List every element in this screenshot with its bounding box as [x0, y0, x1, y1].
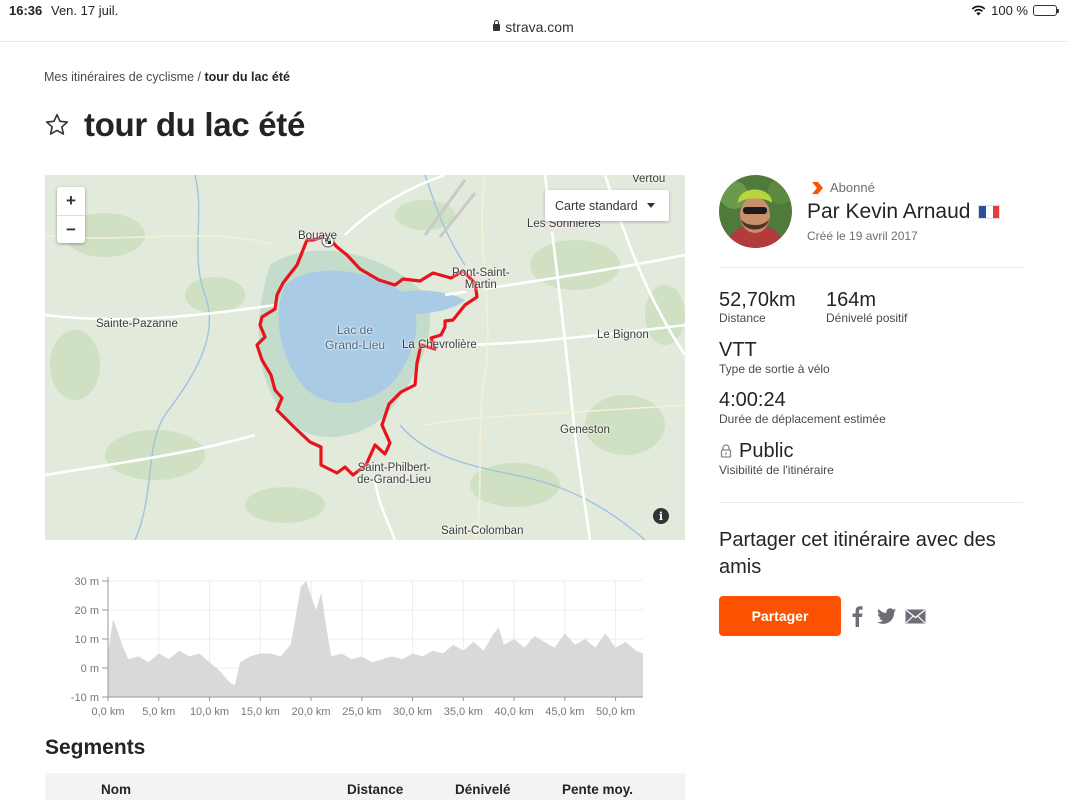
- map-label-lake: Lac de Grand-Lieu: [325, 323, 386, 352]
- title-row: tour du lac été: [44, 106, 305, 144]
- share-button[interactable]: Partager: [719, 596, 841, 636]
- x-tick-label: 40,0 km: [495, 706, 534, 718]
- breadcrumb: Mes itinéraires de cyclisme / tour du la…: [44, 70, 290, 84]
- breadcrumb-parent-link[interactable]: Mes itinéraires de cyclisme: [44, 70, 194, 84]
- zoom-in-button[interactable]: +: [57, 187, 85, 215]
- x-tick-label: 30,0 km: [393, 706, 432, 718]
- stat-moving-time-value: 4:00:24: [719, 389, 786, 411]
- column-header-distance[interactable]: Distance: [347, 782, 403, 797]
- stat-distance-label: Distance: [719, 311, 766, 325]
- subscriber-label: Abonné: [830, 180, 875, 195]
- url-text: strava.com: [505, 19, 574, 35]
- facebook-icon[interactable]: [849, 604, 865, 628]
- map-label-geneston: Geneston: [560, 424, 610, 436]
- map-label-bignon: Le Bignon: [597, 329, 649, 341]
- map-label-bouaye: Bouaye: [298, 230, 338, 242]
- x-tick-label: 50,0 km: [596, 706, 635, 718]
- info-icon[interactable]: i: [653, 508, 669, 524]
- column-header-name[interactable]: Nom: [101, 782, 131, 797]
- x-tick-label: 0,0 km: [91, 706, 124, 718]
- x-tick-label: 10,0 km: [190, 706, 229, 718]
- stat-visibility-row: Public: [719, 440, 793, 463]
- x-tick-label: 20,0 km: [291, 706, 330, 718]
- created-date: Créé le 19 avril 2017: [807, 229, 918, 243]
- divider: [719, 502, 1023, 503]
- status-indicators: 100 %: [971, 3, 1059, 18]
- twitter-icon[interactable]: [876, 604, 896, 628]
- wifi-icon: [971, 5, 986, 16]
- y-tick-label: 30 m: [75, 576, 99, 588]
- map-label-saint-colomban: Saint-Colomban: [441, 525, 524, 537]
- address-bar[interactable]: strava.com: [0, 19, 1067, 35]
- stat-bike-type-label: Type de sortie à vélo: [719, 362, 830, 376]
- y-tick-label: 0 m: [81, 663, 99, 675]
- map-type-dropdown[interactable]: Carte standard: [545, 190, 669, 221]
- author-name-row: Par Kevin Arnaud: [807, 200, 1001, 224]
- segments-table-header: Nom Distance Dénivelé Pente moy.: [45, 773, 685, 800]
- elevation-chart[interactable]: 30 m 20 m 10 m 0 m -10 m 0,0 km 5,0 km 10,0 km 1…: [45, 565, 685, 725]
- subscriber-row: Abonné: [810, 180, 875, 195]
- star-icon[interactable]: [44, 112, 70, 138]
- zoom-controls: + −: [57, 187, 85, 243]
- stat-bike-type-value: VTT: [719, 339, 757, 361]
- x-tick-label: 35,0 km: [444, 706, 483, 718]
- map-label-vertou: Vertou: [632, 175, 666, 185]
- status-bar: 16:36 Ven. 17 juil. strava.com 100 %: [0, 0, 1067, 42]
- clock: 16:36: [9, 3, 43, 18]
- battery-percent: 100 %: [991, 3, 1028, 18]
- map-label-saint-philbert: Saint-Philbert- de-Grand-Lieu: [357, 462, 432, 486]
- chevron-down-icon: [647, 203, 655, 208]
- stat-moving-time-label: Durée de déplacement estimée: [719, 412, 886, 426]
- x-tick-label: 15,0 km: [241, 706, 280, 718]
- breadcrumb-current: tour du lac été: [204, 70, 290, 84]
- column-header-elevation[interactable]: Dénivelé: [455, 782, 511, 797]
- map-type-label: Carte standard: [555, 198, 638, 213]
- france-flag-icon: [978, 205, 1001, 219]
- lock-icon: [720, 444, 732, 458]
- map-label-pont-saint-martin: Pont-Saint- Martin: [452, 267, 510, 291]
- column-header-grade[interactable]: Pente moy.: [562, 782, 633, 797]
- stat-distance-value: 52,70km: [719, 289, 796, 311]
- author-name[interactable]: Par Kevin Arnaud: [807, 200, 970, 224]
- stat-visibility-label: Visibilité de l'itinéraire: [719, 463, 834, 477]
- y-tick-label: -10 m: [71, 692, 99, 704]
- x-tick-label: 5,0 km: [142, 706, 175, 718]
- x-tick-label: 25,0 km: [342, 706, 381, 718]
- stat-elevation-value: 164m: [826, 289, 877, 311]
- lock-icon: [493, 20, 501, 31]
- battery-icon: [1033, 5, 1059, 16]
- map-label-chevroliere: La Chevrolière: [402, 339, 477, 351]
- breadcrumb-separator: /: [197, 70, 202, 84]
- stat-visibility-value: Public: [739, 440, 794, 462]
- route-map[interactable]: Vertou Bouaye Les Sorinières Pont-Saint-…: [45, 175, 685, 540]
- map-label-sainte-pazanne: Sainte-Pazanne: [96, 318, 178, 330]
- stat-elevation-label: Dénivelé positif: [826, 311, 908, 325]
- zoom-out-button[interactable]: −: [57, 215, 85, 243]
- y-tick-label: 20 m: [75, 605, 99, 617]
- x-tick-label: 45,0 km: [545, 706, 584, 718]
- share-heading: Partager cet itinéraire avec des amis: [719, 529, 996, 578]
- divider: [719, 267, 1023, 268]
- segments-heading: Segments: [45, 736, 146, 759]
- subscriber-chevron-icon: [812, 181, 823, 194]
- page-title: tour du lac été: [84, 106, 306, 143]
- email-icon[interactable]: [904, 604, 926, 628]
- avatar[interactable]: [719, 175, 792, 248]
- y-tick-label: 10 m: [75, 634, 99, 646]
- date: Ven. 17 juil.: [51, 3, 119, 18]
